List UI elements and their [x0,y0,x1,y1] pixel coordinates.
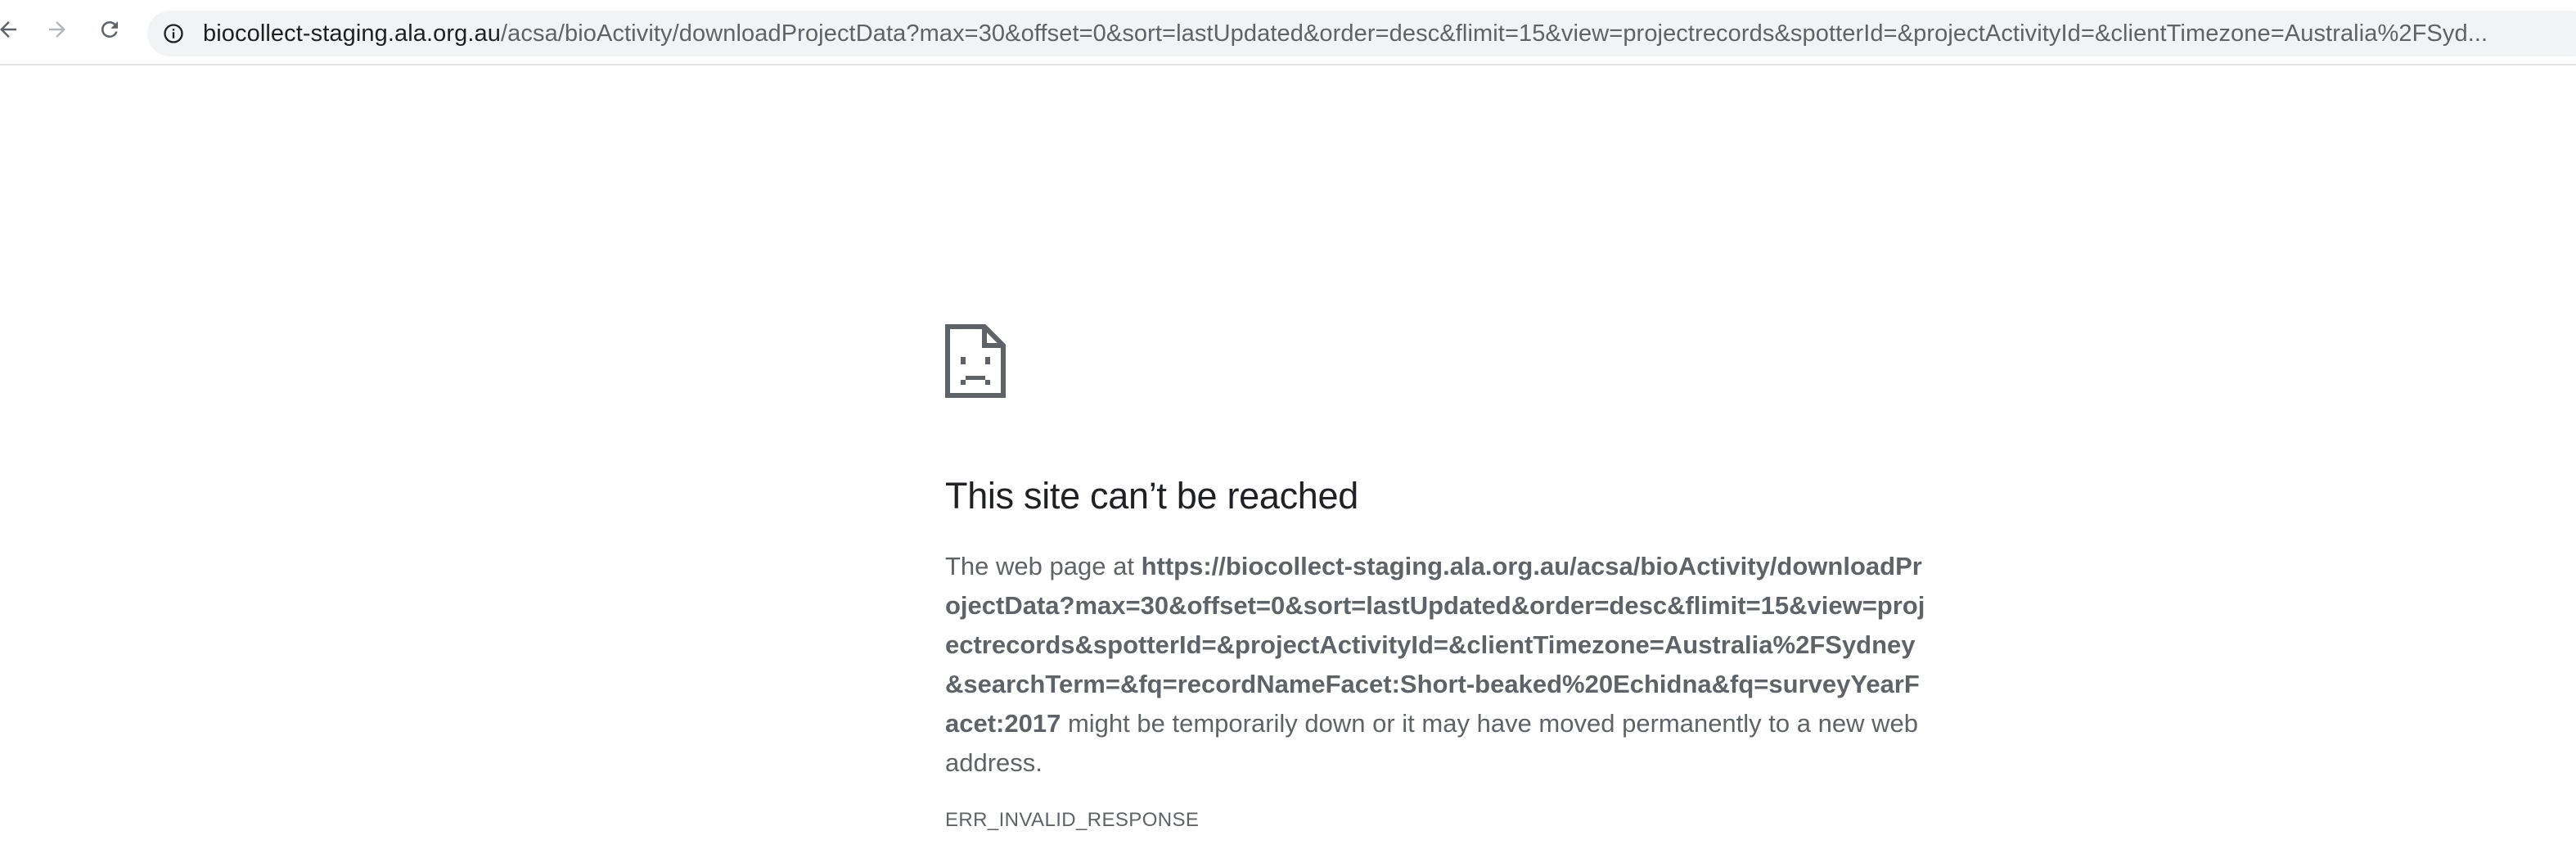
reload-icon [101,20,118,38]
url-host: biocollect-staging.ala.org.au [203,20,502,47]
arrow-left-icon [0,21,16,38]
info-circle-icon[interactable] [162,22,185,45]
error-desc-suffix: might be temporarily down or it may have… [945,709,1918,777]
error-description: The web page at https://biocollect-stagi… [945,547,1931,783]
reload-button[interactable] [92,11,128,47]
browser-toolbar: biocollect-staging.ala.org.au/acsa/bioAc… [0,0,2576,65]
error-page-content: This site can’t be reached The web page … [945,324,1931,831]
error-title: This site can’t be reached [945,475,1358,517]
url-text: biocollect-staging.ala.org.au/acsa/bioAc… [203,11,2488,56]
sad-page-icon [945,324,1006,398]
back-button[interactable] [0,11,26,47]
arrow-right-icon [49,21,65,38]
error-desc-prefix: The web page at [945,552,1142,580]
url-path: /acsa/bioActivity/downloadProjectData?ma… [501,20,2488,47]
address-bar[interactable]: biocollect-staging.ala.org.au/acsa/bioAc… [147,11,2576,56]
forward-button[interactable] [39,11,75,47]
error-code: ERR_INVALID_RESPONSE [945,809,1200,831]
